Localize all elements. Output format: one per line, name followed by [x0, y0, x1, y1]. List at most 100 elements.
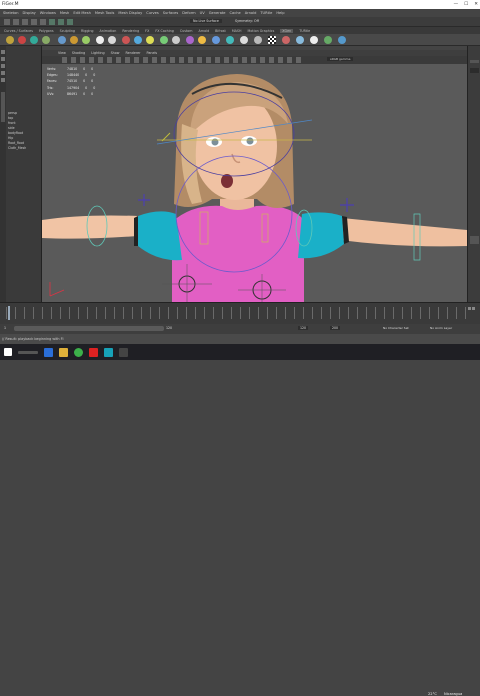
chrome-icon[interactable] — [74, 347, 83, 357]
menu-edit-mesh[interactable]: Edit Mesh — [73, 11, 91, 15]
task-view-icon[interactable] — [44, 347, 53, 357]
shelf-tab-fx[interactable]: FX — [145, 29, 149, 33]
start-icon[interactable] — [4, 348, 12, 356]
live-surface-field[interactable]: No Live Surface — [190, 19, 222, 23]
shelf-tab-bifrost[interactable]: Bifrost — [215, 29, 226, 33]
shelf-tool-icon[interactable] — [108, 36, 116, 44]
shelf-tool-icon[interactable] — [324, 36, 332, 44]
shelf-tab-mash[interactable]: MASH — [232, 29, 242, 33]
menu-curves[interactable]: Curves — [146, 11, 158, 15]
shelf-tool-icon[interactable] — [296, 36, 304, 44]
shelf-tool-icon[interactable] — [96, 36, 104, 44]
shelf-tool-icon[interactable] — [6, 36, 14, 44]
open-scene-icon[interactable] — [13, 19, 19, 25]
symmetry-dropdown[interactable]: Symmetry: Off — [232, 19, 262, 23]
outliner-item[interactable]: Cloth_Mesh — [8, 146, 26, 151]
app-icon[interactable] — [119, 347, 128, 357]
weather-location[interactable]: Nicaragua — [444, 692, 462, 696]
colorspace-field[interactable]: sRGB gamma — [327, 57, 354, 61]
shelf-tool-icon[interactable] — [82, 36, 90, 44]
close-button[interactable]: ✕ — [474, 2, 478, 7]
file-explorer-icon[interactable] — [59, 347, 68, 357]
undo-icon[interactable] — [31, 19, 37, 25]
app-icon[interactable] — [89, 347, 98, 357]
menu-deform[interactable]: Deform — [182, 11, 195, 15]
menu-generate[interactable]: Generate — [209, 11, 226, 15]
shelf-tool-icon[interactable] — [226, 36, 234, 44]
range-start-field[interactable]: 1 — [4, 326, 6, 330]
menu-mesh-tools[interactable]: Mesh Tools — [95, 11, 114, 15]
menu-arnold[interactable]: Arnold — [245, 11, 257, 15]
menu-uv[interactable]: UV — [200, 11, 205, 15]
maya-icon[interactable] — [104, 347, 113, 357]
shelf-tool-icon[interactable] — [282, 36, 290, 44]
shelf-tab-fx-caching[interactable]: FX Caching — [155, 29, 174, 33]
shelf-tool-icon[interactable] — [212, 36, 220, 44]
select-mode-icon[interactable] — [49, 19, 55, 25]
shelf-tool-icon[interactable] — [240, 36, 248, 44]
menu-windows[interactable]: Windows — [40, 11, 56, 15]
snap-curve-icon[interactable] — [67, 19, 73, 25]
character-set-dropdown[interactable]: No Character Set — [383, 326, 409, 330]
anim-end-field[interactable]: 120 — [298, 326, 309, 330]
shelf-tool-icon[interactable] — [134, 36, 142, 44]
anim-layer-dropdown[interactable]: No Anim Layer — [430, 326, 452, 330]
shelf-tab-animation[interactable]: Animation — [100, 29, 117, 33]
menu-turtle[interactable]: TURtle — [260, 11, 272, 15]
channel-box-header[interactable] — [470, 60, 479, 63]
range-end-field[interactable]: 120 — [166, 326, 172, 330]
shelf-tool-icon[interactable] — [58, 36, 66, 44]
play-button[interactable] — [468, 307, 471, 310]
shelf-tab-rendering[interactable]: Rendering — [122, 29, 139, 33]
shelf-tool-icon[interactable] — [18, 36, 26, 44]
menu-skeleton[interactable]: Skeleton — [3, 11, 19, 15]
shelf-tool-icon[interactable] — [172, 36, 180, 44]
maximize-button[interactable]: ☐ — [464, 2, 468, 7]
shelf-tool-icon[interactable] — [122, 36, 130, 44]
select-tool-icon[interactable] — [1, 50, 5, 54]
shelf-tool-icon[interactable] — [42, 36, 50, 44]
current-time-marker[interactable] — [8, 306, 10, 320]
viewport-menu-renderer[interactable]: Renderer — [125, 51, 140, 55]
shelf-tab-polygons[interactable]: Polygons — [39, 29, 54, 33]
shelf-tool-icon[interactable] — [310, 36, 318, 44]
time-slider[interactable] — [0, 302, 480, 324]
shelf-tab-rigging[interactable]: Rigging — [81, 29, 94, 33]
shelf-tool-icon[interactable] — [254, 36, 262, 44]
search-icon[interactable] — [18, 350, 38, 354]
menu-help[interactable]: Help — [276, 11, 284, 15]
viewport-tool-icons[interactable] — [62, 57, 302, 63]
range-slider-bar[interactable] — [14, 326, 164, 331]
shelf-tool-icon[interactable] — [146, 36, 154, 44]
shelf-tool-icon[interactable] — [186, 36, 194, 44]
viewport-menu-lighting[interactable]: Lighting — [91, 51, 104, 55]
shelf-tab-motion-graphics[interactable]: Motion Graphics — [248, 29, 275, 33]
viewport-3d[interactable]: Verts: 74810 0 0 Edges: 148440 0 0 Faces: 74510… — [42, 64, 467, 302]
joint-cross[interactable] — [138, 194, 150, 206]
step-button[interactable] — [472, 307, 475, 310]
shelf-tool-icon[interactable] — [70, 36, 78, 44]
menu-cache[interactable]: Cache — [230, 11, 241, 15]
shelf-tab-sculpting[interactable]: Sculpting — [60, 29, 75, 33]
channel-box-field[interactable] — [470, 68, 479, 73]
scale-tool-icon[interactable] — [1, 78, 5, 82]
menu-display[interactable]: Display — [23, 11, 36, 15]
viewport-menu-shading[interactable]: Shading — [72, 51, 85, 55]
menu-mesh-display[interactable]: Mesh Display — [118, 11, 142, 15]
menu-mesh[interactable]: Mesh — [60, 11, 69, 15]
shelf-tab-turtle[interactable]: TURtle — [299, 29, 310, 33]
shelf-tool-icon[interactable] — [198, 36, 206, 44]
shelf-tab-custom[interactable]: Custom — [180, 29, 193, 33]
save-scene-icon[interactable] — [22, 19, 28, 25]
viewport-menu-view[interactable]: View — [58, 51, 66, 55]
move-tool-icon[interactable] — [1, 64, 5, 68]
viewport-menu-show[interactable]: Show — [111, 51, 120, 55]
shelf-tool-icon[interactable] — [338, 36, 346, 44]
shelf-tool-icon[interactable] — [30, 36, 38, 44]
shelf-tab-arnold[interactable]: Arnold — [199, 29, 210, 33]
viewport-menu-panels[interactable]: Panels — [147, 51, 158, 55]
anim-max-field[interactable]: 200 — [330, 326, 341, 330]
command-line[interactable]: // Result: playback beginning with FI — [0, 334, 480, 344]
joint-cross[interactable] — [340, 198, 354, 212]
rotate-tool-icon[interactable] — [1, 71, 5, 75]
